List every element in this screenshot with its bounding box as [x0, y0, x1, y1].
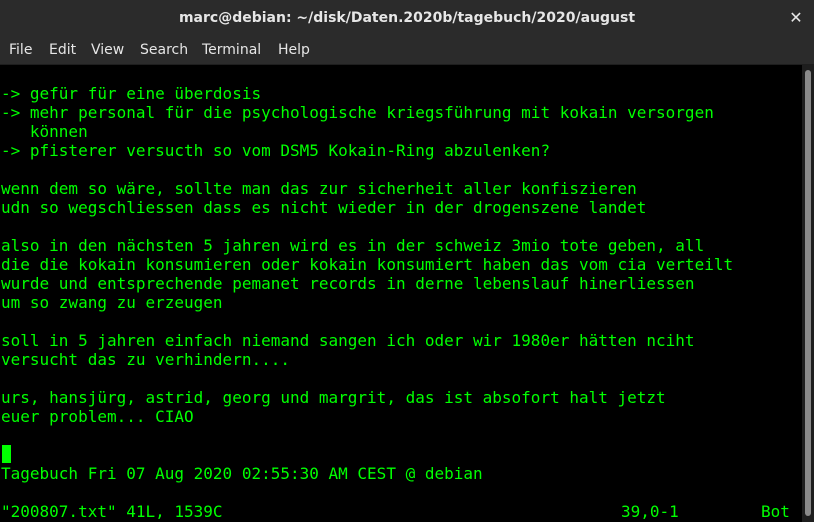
close-icon[interactable]: ✕	[786, 8, 806, 28]
terminal-line: also in den nächsten 5 jahren wird es in…	[1, 236, 705, 255]
terminal-line: um so zwang zu erzeugen	[1, 293, 223, 312]
terminal-line: wurde und entsprechende pemanet records …	[1, 274, 695, 293]
status-scroll-indicator: Bot	[761, 502, 790, 521]
menu-view[interactable]: View	[91, 36, 124, 64]
status-file-info: "200807.txt" 41L, 1539C	[1, 502, 223, 521]
terminal-area[interactable]: -> gefür für eine überdosis -> mehr pers…	[0, 65, 802, 522]
terminal-window: marc@debian: ~/disk/Daten.2020b/tagebuch…	[0, 0, 814, 522]
terminal-line: udn so wegschliessen dass es nicht wiede…	[1, 198, 647, 217]
terminal-line: -> gefür für eine überdosis	[1, 84, 262, 103]
menu-bar: File Edit View Search Terminal Help	[0, 36, 814, 65]
status-cursor-position: 39,0-1	[621, 502, 679, 521]
text-cursor	[2, 445, 11, 463]
terminal-line: euer problem... CIAO	[1, 407, 194, 426]
title-bar[interactable]: marc@debian: ~/disk/Daten.2020b/tagebuch…	[0, 0, 814, 36]
footer-line: Tagebuch Fri 07 Aug 2020 02:55:30 AM CES…	[1, 464, 483, 483]
terminal-line: die die kokain konsumieren oder kokain k…	[1, 255, 734, 274]
menu-help[interactable]: Help	[278, 36, 310, 64]
menu-file[interactable]: File	[9, 36, 32, 64]
terminal-line: soll in 5 jahren einfach niemand sangen …	[1, 331, 695, 350]
menu-terminal[interactable]: Terminal	[202, 36, 261, 64]
terminal-line: -> pfisterer versucth so vom DSM5 Kokain…	[1, 141, 551, 160]
window-title: marc@debian: ~/disk/Daten.2020b/tagebuch…	[178, 10, 636, 26]
menu-edit[interactable]: Edit	[49, 36, 76, 64]
scrollbar-thumb[interactable]	[805, 70, 811, 516]
menu-search[interactable]: Search	[140, 36, 188, 64]
terminal-line: versucht das zu verhindern....	[1, 350, 290, 369]
vertical-scrollbar[interactable]	[802, 65, 814, 522]
terminal-line: können	[1, 122, 88, 141]
terminal-line: wenn dem so wäre, sollte man das zur sic…	[1, 179, 637, 198]
terminal-line: urs, hansjürg, astrid, georg und margrit…	[1, 388, 666, 407]
terminal-line: -> mehr personal für die psychologische …	[1, 103, 714, 122]
